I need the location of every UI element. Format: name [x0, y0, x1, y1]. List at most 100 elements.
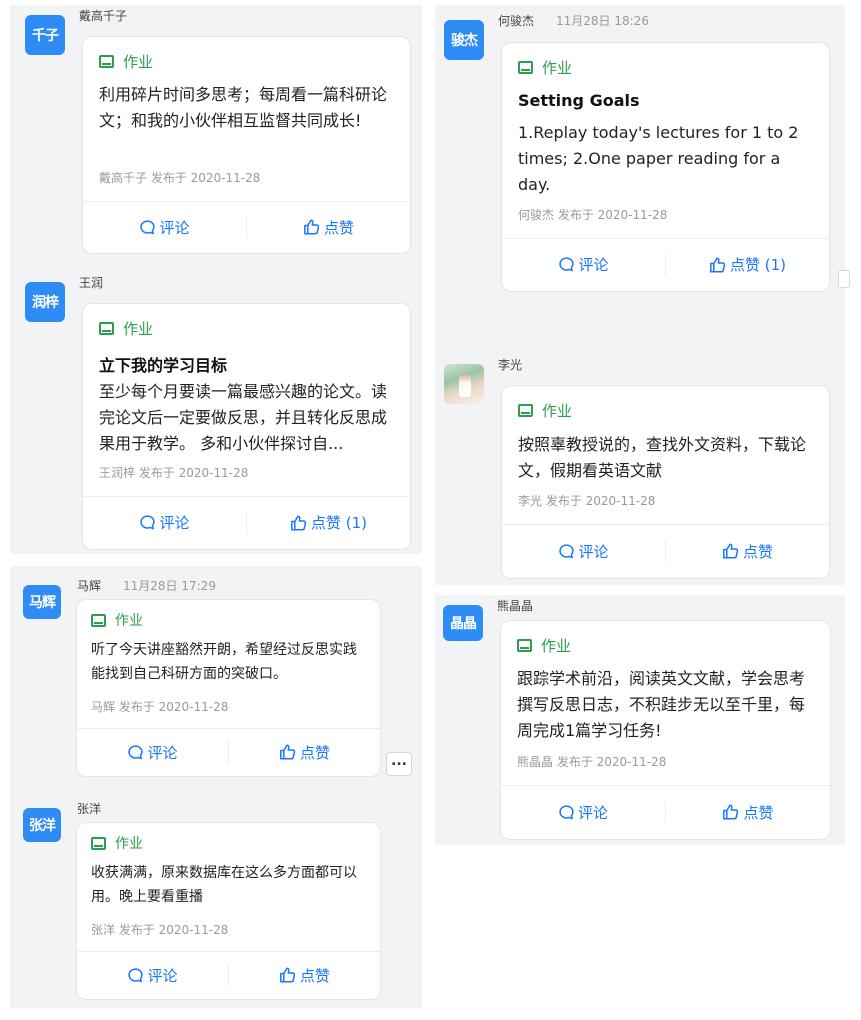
avatar[interactable]: 骏杰: [444, 20, 484, 60]
comment-icon: [559, 257, 575, 272]
post-actions: 评论 点赞: [501, 785, 830, 839]
post-body: 跟踪学术前沿，阅读英文文献，学会思考撰写反思日志，不积跬步无以至千里，每周完成1…: [517, 669, 806, 740]
post-content-card: 作业 收获满满，原来数据库在这么多方面都可以用。晚上要看重播 张洋 发布于 20…: [76, 822, 381, 1000]
avatar[interactable]: 千子: [25, 15, 65, 55]
post-byline: 张洋 发布于 2020-11-28: [91, 923, 229, 937]
like-button[interactable]: 点赞 (1): [247, 512, 410, 533]
homework-tag: 作业: [99, 51, 153, 72]
post-byline: 熊晶晶 发布于 2020-11-28: [517, 755, 667, 769]
post-meta: 熊晶晶: [497, 597, 533, 614]
thumbs-up-icon: [280, 744, 296, 760]
author-name: 何骏杰: [498, 14, 535, 28]
like-button[interactable]: 点赞: [666, 541, 829, 562]
comment-button[interactable]: 评论: [501, 802, 665, 823]
homework-tag: 作业: [518, 57, 572, 78]
post-body: 利用碎片时间多思考；每周看一篇科研论文；和我的小伙伴相互监督共同成长!: [99, 85, 388, 130]
post-actions: 评论 点赞 (1): [83, 496, 410, 549]
post-meta: 马辉 11月28日 17:29: [77, 577, 216, 594]
tag-label: 作业: [541, 637, 572, 655]
author-name: 王润: [79, 276, 104, 290]
post-body: 听了今天讲座豁然开朗，希望经过反思实践能找到自己科研方面的突破口。: [91, 642, 357, 682]
post-body: 1.Replay today's lectures for 1 to 2 tim…: [518, 123, 799, 194]
like-button[interactable]: 点赞: [247, 217, 410, 238]
comment-icon: [140, 219, 156, 234]
avatar[interactable]: 马辉: [23, 585, 61, 619]
avatar-figure: [459, 373, 471, 397]
tag-label: 作业: [115, 613, 143, 629]
tag-label: 作业: [115, 836, 143, 852]
post-actions: 评论 点赞: [77, 728, 380, 776]
post-byline: 戴高千子 发布于 2020-11-28: [99, 171, 261, 185]
comment-button[interactable]: 评论: [83, 217, 246, 238]
author-name: 张洋: [77, 802, 102, 816]
more-options-button[interactable]: ...: [386, 752, 412, 776]
avatar[interactable]: 晶晶: [443, 605, 483, 641]
homework-icon: [518, 61, 533, 74]
comment-button[interactable]: 评论: [502, 541, 665, 562]
like-button[interactable]: 点赞 (1): [666, 254, 829, 275]
homework-icon: [91, 836, 106, 850]
tag-label: 作业: [123, 53, 154, 71]
post-meta: 李光: [498, 356, 522, 373]
homework-icon: [518, 404, 533, 417]
post-meta: 王润: [79, 274, 103, 291]
comment-button[interactable]: 评论: [83, 512, 246, 533]
homework-tag: 作业: [91, 833, 143, 853]
post-byline: 何骏杰 发布于 2020-11-28: [518, 208, 668, 222]
post-body: 至少每个月要读一篇最感兴趣的论文。读完论文后一定要做反思，并且转化反思成果用于教…: [99, 382, 388, 453]
homework-icon: [91, 613, 106, 627]
post-actions: 评论 点赞: [83, 201, 410, 253]
homework-icon: [99, 55, 114, 68]
comment-button[interactable]: 评论: [77, 742, 228, 763]
homework-tag: 作业: [99, 318, 153, 339]
comment-icon: [559, 804, 574, 819]
post-meta: 戴高千子: [79, 7, 127, 24]
post-body: 收获满满，原来数据库在这么多方面都可以用。晚上要看重播: [91, 865, 357, 905]
post-time: 11月28日 17:29: [123, 579, 216, 593]
comment-button[interactable]: 评论: [502, 254, 665, 275]
post-title: 立下我的学习目标: [99, 356, 228, 375]
comment-icon: [140, 515, 156, 530]
author-name: 熊晶晶: [497, 599, 534, 613]
post-actions: 评论 点赞 (1): [502, 238, 829, 291]
like-button[interactable]: 点赞: [229, 965, 380, 986]
homework-icon: [517, 639, 532, 652]
post-actions: 评论 点赞: [77, 951, 380, 999]
like-button[interactable]: 点赞: [666, 802, 830, 823]
post-byline: 马辉 发布于 2020-11-28: [91, 700, 229, 714]
thumbs-up-icon: [304, 219, 320, 235]
post-meta: 何骏杰 11月28日 18:26: [498, 12, 649, 29]
post-actions: 评论 点赞: [502, 524, 829, 578]
comment-icon: [128, 744, 144, 759]
author-name: 李光: [498, 358, 523, 372]
post-content-card: 作业 听了今天讲座豁然开朗，希望经过反思实践能找到自己科研方面的突破口。 马辉 …: [76, 599, 381, 777]
comment-icon: [128, 967, 144, 982]
tag-label: 作业: [542, 59, 573, 77]
homework-tag: 作业: [91, 610, 143, 630]
post-time: 11月28日 18:26: [556, 14, 649, 28]
thumbs-up-icon: [710, 257, 726, 272]
post-content-card: 作业 跟踪学术前沿，阅读英文文献，学会思考撰写反思日志，不积跬步无以至千里，每周…: [500, 620, 831, 840]
comment-button[interactable]: 评论: [77, 965, 228, 986]
collapse-handle[interactable]: [838, 270, 850, 288]
thumbs-up-icon: [280, 967, 296, 983]
homework-icon: [99, 322, 114, 335]
homework-tag: 作业: [518, 400, 572, 421]
post-content-card: 作业 Setting Goals 1.Replay today's lectur…: [501, 42, 830, 292]
thumbs-up-icon: [723, 543, 739, 559]
post-content-card: 作业 按照辜教授说的，查找外文资料，下载论文，假期看英语文献 李光 发布于 20…: [501, 385, 830, 579]
author-name: 戴高千子: [79, 9, 128, 23]
post-content-card: 作业 利用碎片时间多思考；每周看一篇科研论文；和我的小伙伴相互监督共同成长! 戴…: [82, 36, 411, 254]
post-body: 按照辜教授说的，查找外文资料，下载论文，假期看英语文献: [518, 435, 807, 480]
tag-label: 作业: [123, 320, 154, 338]
post-byline: 王润梓 发布于 2020-11-28: [99, 466, 249, 480]
avatar[interactable]: 润梓: [25, 282, 65, 322]
avatar[interactable]: 张洋: [23, 808, 61, 842]
post-content-card: 作业 立下我的学习目标 至少每个月要读一篇最感兴趣的论文。读完论文后一定要做反思…: [82, 303, 411, 550]
avatar-photo[interactable]: [444, 364, 484, 404]
comment-icon: [559, 543, 575, 558]
homework-tag: 作业: [517, 635, 571, 656]
tag-label: 作业: [542, 402, 573, 420]
like-button[interactable]: 点赞: [229, 742, 380, 763]
thumbs-up-icon: [723, 804, 739, 820]
